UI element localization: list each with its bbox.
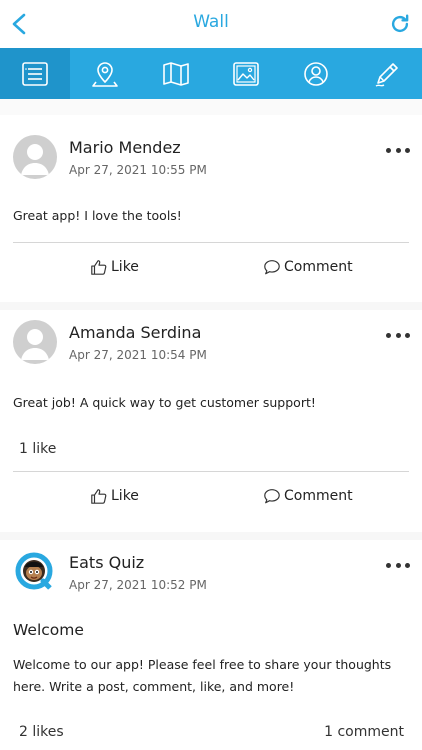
comment-count[interactable]: 1 comment: [324, 724, 404, 740]
post-text: Great job! A quick way to get customer s…: [13, 395, 316, 410]
post-author[interactable]: Eats Quiz: [69, 553, 144, 572]
default-user-icon: [21, 329, 49, 360]
dot-icon: [395, 562, 401, 568]
tab-bar: [0, 48, 422, 99]
wall-post: Eats Quiz Apr 27, 2021 10:52 PM Welcome …: [0, 540, 422, 750]
post-title: Welcome: [13, 621, 84, 639]
wall-post: Amanda Serdina Apr 27, 2021 10:54 PM Gre…: [0, 310, 422, 535]
tab-write[interactable]: [352, 48, 422, 99]
comment-label: Comment: [284, 488, 353, 504]
map-icon: [163, 61, 189, 86]
like-button[interactable]: Like: [90, 487, 139, 505]
default-user-icon: [21, 144, 49, 175]
post-timestamp: Apr 27, 2021 10:52 PM: [69, 578, 207, 592]
like-label: Like: [111, 488, 139, 504]
tab-wall[interactable]: [0, 48, 71, 99]
like-button[interactable]: Like: [90, 258, 139, 276]
divider: [13, 242, 409, 243]
map-pin-icon: [92, 61, 119, 87]
post-text: Great app! I love the tools!: [13, 208, 182, 223]
comment-label: Comment: [284, 259, 353, 275]
dot-icon: [405, 562, 410, 568]
tab-location[interactable]: [70, 48, 140, 99]
post-timestamp: Apr 27, 2021 10:54 PM: [69, 348, 207, 362]
dot-icon: [405, 147, 410, 153]
globe-user-icon: [304, 61, 329, 86]
divider: [13, 471, 409, 472]
page-title: Wall: [193, 12, 229, 32]
avatar[interactable]: [13, 320, 57, 364]
dot-icon: [405, 332, 410, 338]
post-author[interactable]: Mario Mendez: [69, 138, 181, 157]
post-more-button[interactable]: [386, 558, 410, 572]
section-gap: [0, 532, 422, 540]
wall-post: Mario Mendez Apr 27, 2021 10:55 PM Great…: [0, 115, 422, 305]
refresh-icon: [391, 14, 409, 33]
post-more-button[interactable]: [386, 143, 410, 157]
like-count[interactable]: 1 like: [19, 441, 56, 457]
thumbs-up-icon: [91, 260, 107, 275]
photo-icon: [233, 61, 259, 86]
pen-icon: [375, 62, 398, 87]
top-nav-bar: Wall: [0, 0, 422, 48]
like-count[interactable]: 2 likes: [19, 724, 64, 740]
post-text: Welcome to our app! Please feel free to …: [13, 657, 392, 694]
dot-icon: [395, 332, 401, 338]
section-gap: [0, 99, 422, 115]
dot-icon: [386, 332, 391, 338]
tab-community[interactable]: [281, 48, 351, 99]
post-timestamp: Apr 27, 2021 10:55 PM: [69, 163, 207, 177]
tab-map[interactable]: [141, 48, 211, 99]
quiz-logo-icon: [15, 552, 54, 592]
avatar[interactable]: [13, 550, 57, 594]
tab-photos[interactable]: [211, 48, 281, 99]
speech-bubble-icon: [264, 260, 280, 275]
comment-button[interactable]: Comment: [263, 258, 353, 276]
section-gap: [0, 302, 422, 310]
comment-button[interactable]: Comment: [263, 487, 353, 505]
dot-icon: [386, 562, 391, 568]
thumbs-up-icon: [91, 489, 107, 504]
refresh-button[interactable]: [386, 10, 414, 38]
list-icon: [22, 61, 48, 86]
avatar[interactable]: [13, 135, 57, 179]
dot-icon: [395, 147, 401, 153]
speech-bubble-icon: [264, 489, 280, 504]
dot-icon: [386, 147, 391, 153]
post-author[interactable]: Amanda Serdina: [69, 323, 201, 342]
like-label: Like: [111, 259, 139, 275]
post-more-button[interactable]: [386, 328, 410, 342]
